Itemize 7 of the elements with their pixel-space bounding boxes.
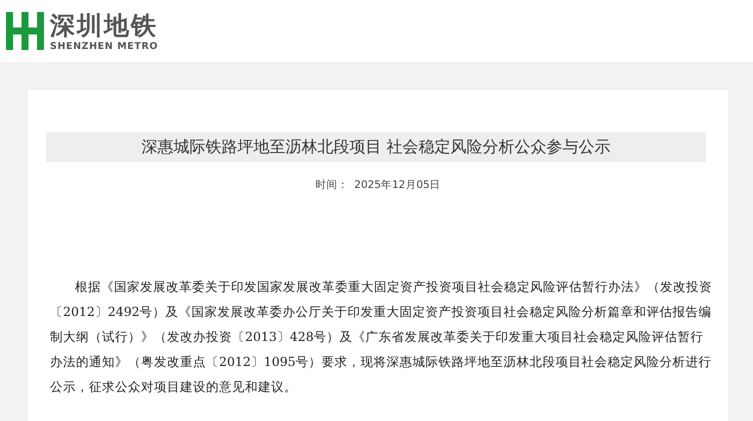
logo-name: 深圳地铁 xyxy=(50,10,158,40)
time-label: 时间： xyxy=(315,178,348,192)
logo-subtitle: SHENZHEN METRO xyxy=(50,40,158,52)
article-paragraph: 根据《国家发展改革委关于印发国家发展改革委重大固定资产投资项目社会稳定风险评估暂行办法》（发改投资〔2012〕2492号）及《国家发展改革委办公厅关于印发重大固定资产投资项目社会稳定风险分析篇章和评估报告编制大纲（试行）》（发改办投资〔2013〕428号）及《广东省发展改革委关于印发重大项目社会稳定风险评估暂行办法的通知》（粤发改重点〔2012〕1095号）要求，现将深惠城际铁路坪地至沥林北段项目社会稳定风险分析进行公示，征求公众对项目建设的意见和建议。 xyxy=(50,278,713,396)
article-title: 深惠城际铁路坪地至沥林北段项目 社会稳定风险分析公众参与公示 xyxy=(46,132,706,162)
publish-date: 2025年12月05日 xyxy=(354,178,441,192)
metro-logo-icon xyxy=(6,12,44,50)
